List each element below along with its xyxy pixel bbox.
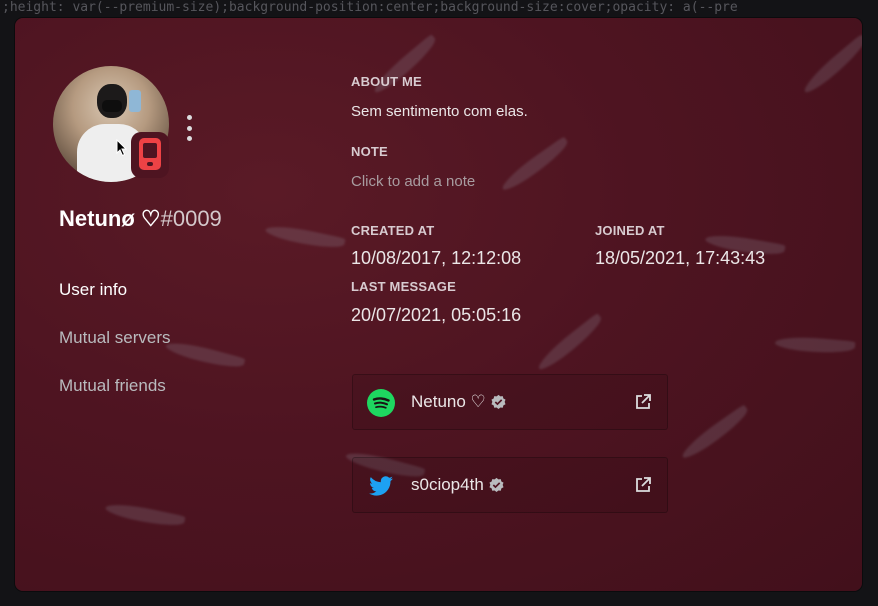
avatar-phone bbox=[129, 90, 141, 112]
decorative-swoosh bbox=[498, 136, 572, 194]
about-me-label: ABOUT ME bbox=[351, 74, 422, 89]
last-message-value: 20/07/2021, 05:05:16 bbox=[351, 305, 522, 325]
decorative-swoosh bbox=[799, 33, 862, 97]
created-at-label: CREATED AT bbox=[351, 223, 435, 238]
decorative-swoosh bbox=[678, 404, 752, 462]
status-indicator bbox=[131, 132, 169, 178]
spotify-icon bbox=[367, 389, 395, 417]
created-at-value: 10/08/2017, 12:12:08 bbox=[351, 248, 522, 268]
username-name: Netunø ♡ bbox=[59, 206, 161, 231]
note-input[interactable]: Click to add a note bbox=[351, 173, 475, 190]
background-code-line: ;height: var(--premium-size);background-… bbox=[2, 0, 738, 15]
connection-name: Netuno ♡ bbox=[411, 392, 507, 412]
mobile-phone-screen bbox=[143, 143, 157, 158]
mobile-phone-icon bbox=[139, 138, 161, 170]
verified-icon bbox=[489, 477, 504, 492]
joined-at-value: 18/05/2021, 17:43:43 bbox=[595, 248, 766, 268]
tab-mutual-servers[interactable]: Mutual servers bbox=[59, 328, 170, 348]
connection-name-text: s0ciop4th bbox=[411, 475, 484, 494]
decorative-swoosh bbox=[104, 499, 186, 531]
about-me-text: Sem sentimento com elas. bbox=[351, 103, 528, 120]
note-label: NOTE bbox=[351, 144, 388, 159]
connection-name-text: Netuno ♡ bbox=[411, 392, 486, 411]
connection-spotify: Netuno ♡ bbox=[352, 374, 668, 430]
mouse-cursor-icon bbox=[116, 139, 128, 157]
twitter-icon bbox=[369, 476, 393, 496]
more-options-icon[interactable] bbox=[184, 115, 194, 141]
avatar-mask bbox=[102, 100, 122, 112]
tab-user-info[interactable]: User info bbox=[59, 280, 127, 300]
username-discriminator: #0009 bbox=[160, 206, 222, 231]
mobile-phone-button bbox=[147, 162, 153, 166]
joined-at-label: JOINED AT bbox=[595, 223, 665, 238]
external-link-icon[interactable] bbox=[634, 393, 652, 411]
last-message-label: LAST MESSAGE bbox=[351, 279, 456, 294]
decorative-swoosh bbox=[164, 337, 246, 373]
verified-icon bbox=[491, 394, 506, 409]
decorative-swoosh bbox=[264, 221, 346, 253]
username: Netunø ♡#0009 bbox=[59, 206, 222, 232]
external-link-icon[interactable] bbox=[634, 476, 652, 494]
decorative-swoosh bbox=[534, 312, 606, 374]
connection-name: s0ciop4th bbox=[411, 475, 505, 495]
connection-twitter: s0ciop4th bbox=[352, 457, 668, 513]
user-profile-modal: Netunø ♡#0009 User info Mutual servers M… bbox=[15, 18, 862, 591]
tab-mutual-friends[interactable]: Mutual friends bbox=[59, 376, 166, 396]
decorative-swoosh bbox=[774, 334, 856, 356]
